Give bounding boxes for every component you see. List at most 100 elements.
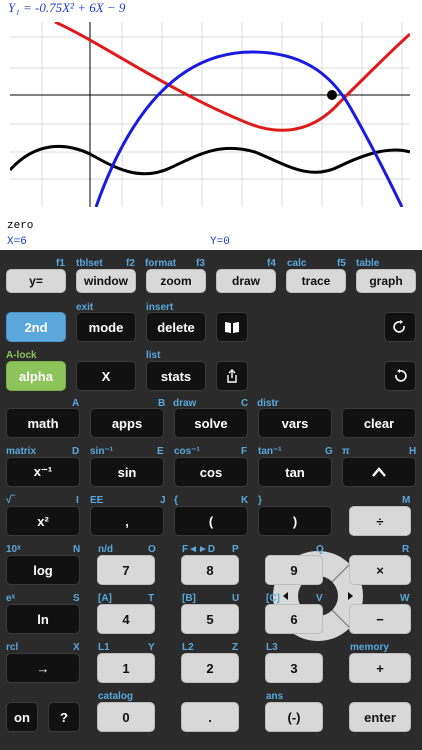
label-rcl: rcl <box>6 642 19 653</box>
stats-key[interactable]: stats <box>146 361 206 391</box>
y-readout: Y=0 <box>210 236 230 248</box>
cos-key[interactable]: cos <box>174 457 248 487</box>
digit-0-key[interactable]: 0 <box>97 702 155 732</box>
label-R: R <box>402 544 410 555</box>
label-O: O <box>148 544 156 555</box>
label-fd: F◄►D <box>182 544 216 555</box>
label-E: E <box>157 446 164 457</box>
alpha-key[interactable]: alpha <box>6 361 66 391</box>
window-key[interactable]: window <box>76 269 136 293</box>
comma-key[interactable]: , <box>90 506 164 536</box>
label-M: M <box>402 495 411 506</box>
grid <box>10 22 410 207</box>
right-paren-key[interactable]: ) <box>258 506 332 536</box>
negate-key[interactable]: (-) <box>265 702 323 732</box>
x-variable-key[interactable]: X <box>76 361 136 391</box>
label-10x: 10ˣ <box>6 544 21 555</box>
label-J: J <box>160 495 166 506</box>
ln-key[interactable]: ln <box>6 604 80 634</box>
label-H: H <box>409 446 417 457</box>
label-V: V <box>316 593 323 604</box>
label-F: F <box>241 446 248 457</box>
vars-key[interactable]: vars <box>258 408 332 438</box>
sin-key[interactable]: sin <box>90 457 164 487</box>
label-tblset: tblset <box>76 258 103 269</box>
blue-curve <box>94 50 404 207</box>
add-key[interactable]: + <box>349 653 411 683</box>
digit-9-key[interactable]: 9 <box>265 555 323 585</box>
label-sin-inv: sin⁻¹ <box>90 446 114 457</box>
on-key[interactable]: on <box>6 702 38 732</box>
zero-point-marker[interactable] <box>327 90 337 100</box>
delete-key[interactable]: delete <box>146 312 206 342</box>
label-memory: memory <box>350 642 389 653</box>
reciprocal-key[interactable]: x⁻¹ <box>6 457 80 487</box>
solve-key[interactable]: solve <box>174 408 248 438</box>
label-N: N <box>73 544 81 555</box>
digit-5-key[interactable]: 5 <box>181 604 239 634</box>
apps-key[interactable]: apps <box>90 408 164 438</box>
trace-key[interactable]: trace <box>286 269 346 293</box>
label-matB: [B] <box>182 593 196 604</box>
label-T: T <box>148 593 155 604</box>
redo-icon[interactable] <box>384 312 416 342</box>
label-f1: f1 <box>56 258 65 269</box>
clear-key[interactable]: clear <box>342 408 416 438</box>
calculator-screen: Y₁ = -0.75X² + 6X − 9 zero X=6 Y=0 <box>0 0 422 250</box>
digit-3-key[interactable]: 3 <box>265 653 323 683</box>
second-key[interactable]: 2nd <box>6 312 66 342</box>
undo-icon[interactable] <box>384 361 416 391</box>
digit-7-key[interactable]: 7 <box>97 555 155 585</box>
graph-key[interactable]: graph <box>356 269 416 293</box>
y-equals-key[interactable]: y= <box>6 269 66 293</box>
graph-canvas[interactable] <box>10 22 410 207</box>
label-list: list <box>146 350 161 361</box>
enter-key[interactable]: enter <box>349 702 411 732</box>
label-f4: f4 <box>267 258 276 269</box>
label-format: format <box>145 258 177 269</box>
label-U: U <box>232 593 240 604</box>
digit-6-key[interactable]: 6 <box>265 604 323 634</box>
label-catalog: catalog <box>98 691 134 702</box>
label-calc: calc <box>287 258 307 269</box>
label-table: table <box>356 258 380 269</box>
red-curve <box>54 22 410 132</box>
label-lbrace: { <box>174 495 178 506</box>
label-Y: Y <box>148 642 155 653</box>
decimal-key[interactable]: . <box>181 702 239 732</box>
label-W: W <box>400 593 410 604</box>
keypad: f1 tblset f2 format f3 f4 calc f5 table … <box>0 250 422 750</box>
left-paren-key[interactable]: ( <box>174 506 248 536</box>
book-icon[interactable] <box>216 312 248 342</box>
label-f3: f3 <box>196 258 205 269</box>
label-D: D <box>72 446 80 457</box>
log-key[interactable]: log <box>6 555 80 585</box>
label-tan-inv: tan⁻¹ <box>258 446 282 457</box>
label-matrix: matrix <box>6 446 37 457</box>
share-icon[interactable] <box>216 361 248 391</box>
label-P: P <box>232 544 239 555</box>
label-I: I <box>76 495 79 506</box>
label-cos-inv: cos⁻¹ <box>174 446 200 457</box>
label-Z: Z <box>232 642 239 653</box>
label-L1: L1 <box>98 642 110 653</box>
digit-4-key[interactable]: 4 <box>97 604 155 634</box>
mode-key[interactable]: mode <box>76 312 136 342</box>
store-key[interactable]: → <box>6 653 80 683</box>
label-sqrt: √‾ <box>6 495 15 506</box>
square-key[interactable]: x² <box>6 506 80 536</box>
draw-key[interactable]: draw <box>216 269 276 293</box>
subtract-key[interactable]: − <box>349 604 411 634</box>
caret-up-icon[interactable] <box>342 457 416 487</box>
digit-8-key[interactable]: 8 <box>181 555 239 585</box>
math-key[interactable]: math <box>6 408 80 438</box>
digit-2-key[interactable]: 2 <box>181 653 239 683</box>
x-readout: X=6 <box>7 236 27 248</box>
divide-key[interactable]: ÷ <box>349 506 411 536</box>
digit-1-key[interactable]: 1 <box>97 653 155 683</box>
tan-key[interactable]: tan <box>258 457 332 487</box>
zoom-key[interactable]: zoom <box>146 269 206 293</box>
multiply-key[interactable]: × <box>349 555 411 585</box>
help-key[interactable]: ? <box>48 702 80 732</box>
equation-display: Y₁ = -0.75X² + 6X − 9 <box>8 0 126 15</box>
